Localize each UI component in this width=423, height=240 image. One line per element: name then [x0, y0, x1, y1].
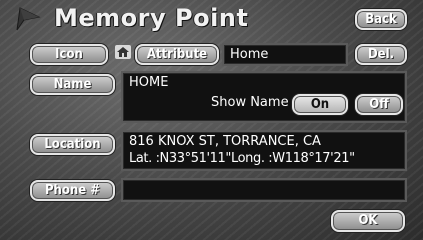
show-name-off-button[interactable]: Off	[355, 94, 403, 115]
page-title: Memory Point	[54, 4, 249, 32]
house-icon	[115, 45, 131, 59]
attribute-value: Home	[230, 47, 269, 62]
memory-point-screen: Memory Point Back Icon Attribute Home De…	[0, 0, 423, 240]
name-value: HOME	[129, 75, 169, 90]
icon-button[interactable]: Icon	[30, 44, 108, 65]
show-name-label: Show Name	[211, 95, 289, 110]
show-name-on-button[interactable]: On	[292, 94, 348, 115]
name-button[interactable]: Name	[30, 74, 115, 95]
delete-button[interactable]: Del.	[355, 44, 407, 65]
phone-button[interactable]: Phone #	[30, 180, 115, 201]
flag-icon	[16, 7, 41, 31]
back-button[interactable]: Back	[355, 9, 407, 30]
location-panel: 816 KNOX ST, TORRANCE, CA Lat. :N33°51'1…	[121, 130, 407, 171]
attribute-value-field: Home	[222, 43, 348, 66]
ok-button[interactable]: OK	[331, 210, 405, 232]
location-button[interactable]: Location	[30, 134, 115, 155]
coordinates-text: Lat. :N33°51'11"Long. :W118°17'21"	[129, 151, 355, 166]
attribute-button[interactable]: Attribute	[135, 44, 219, 65]
phone-field	[121, 178, 407, 202]
address-text: 816 KNOX ST, TORRANCE, CA	[129, 134, 321, 149]
